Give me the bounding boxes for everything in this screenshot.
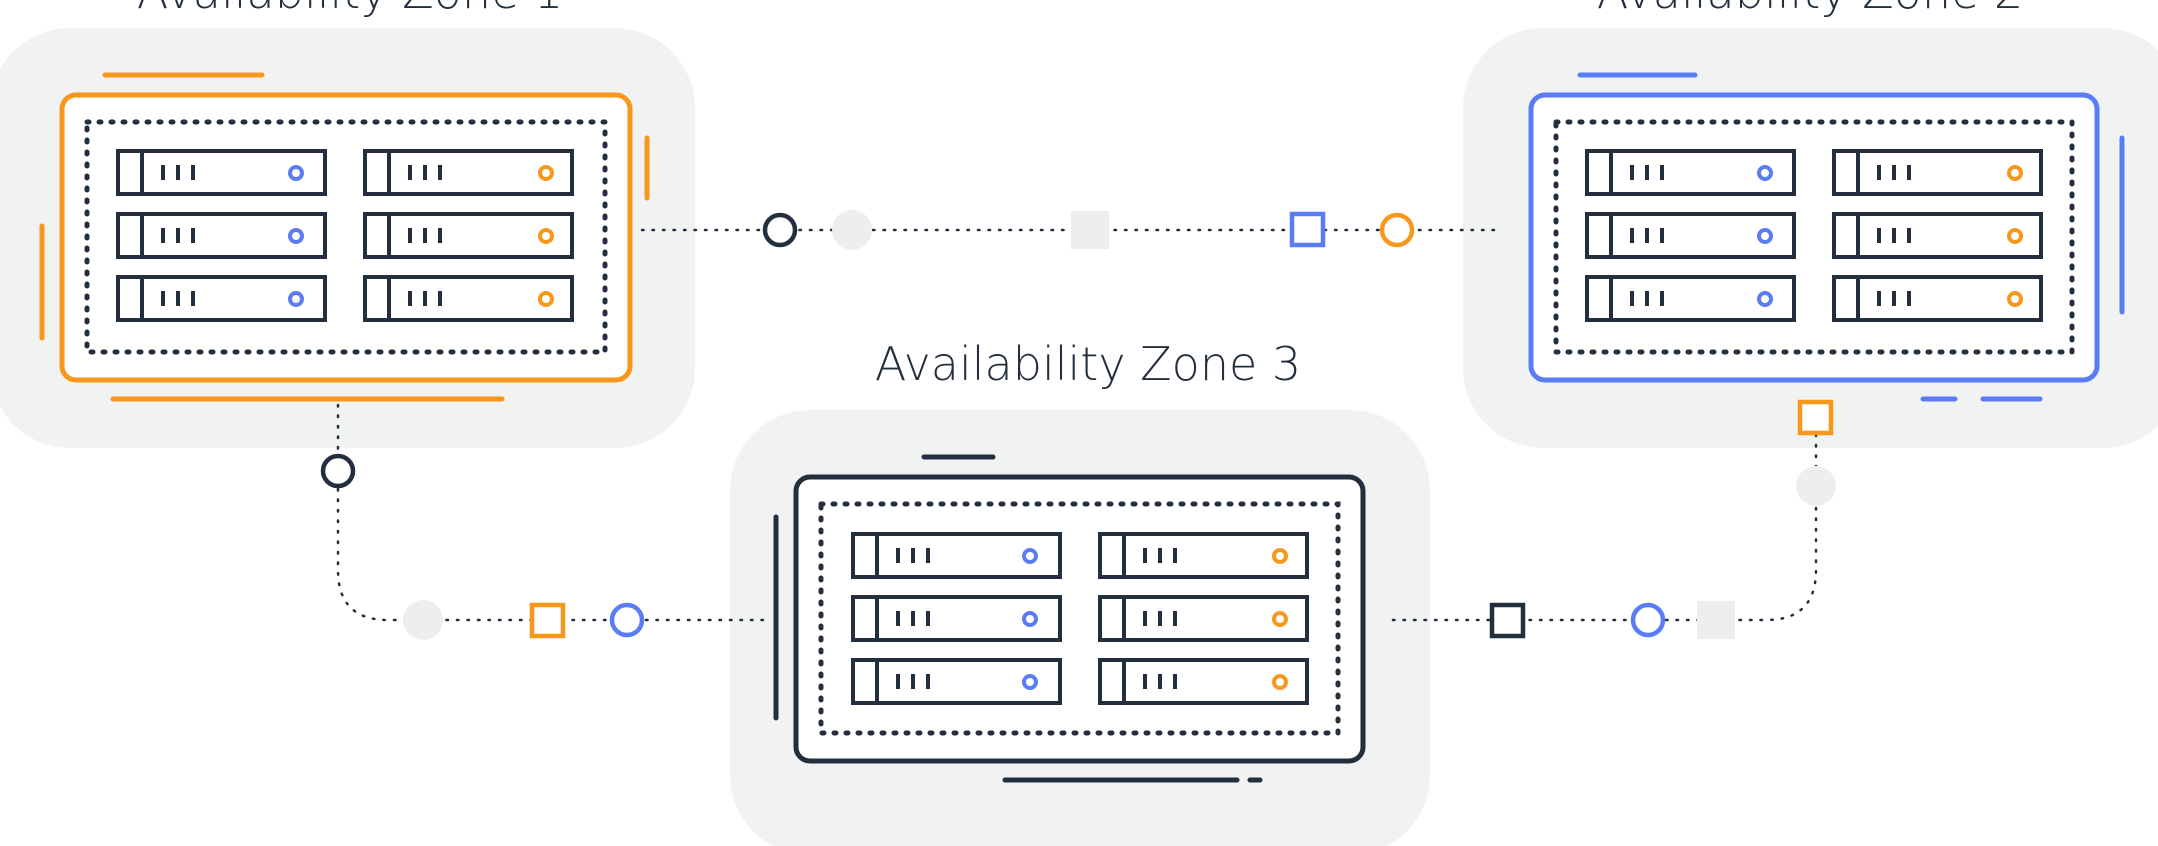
gray-dot-node	[832, 210, 872, 250]
server-unit	[1098, 532, 1309, 579]
gray-square-node	[1697, 601, 1735, 639]
zone-3-label: Availability Zone 3	[875, 337, 1301, 391]
server-unit	[851, 595, 1062, 642]
blue-circle-node	[1630, 602, 1666, 638]
server-unit	[851, 658, 1062, 705]
server-unit	[1098, 658, 1309, 705]
server-unit	[1832, 149, 2043, 196]
gray-dot-node	[403, 600, 443, 640]
server-unit	[363, 275, 574, 322]
zone-2-server-rack	[1528, 92, 2100, 383]
zone-1-label: Availability Zone 1	[137, 0, 563, 19]
orange-square-node	[529, 602, 566, 639]
server-unit	[1585, 149, 1796, 196]
zone-2: Availability Zone 2	[1463, 0, 2158, 448]
dark-square-node	[1489, 602, 1526, 639]
gray-square-node	[1071, 211, 1109, 249]
server-unit	[851, 532, 1062, 579]
zone-1-server-rack	[59, 92, 633, 383]
server-unit	[1832, 275, 2043, 322]
blue-circle-node	[609, 602, 645, 638]
blue-square-node	[1289, 211, 1326, 248]
dotted-connector-line	[1391, 418, 1818, 622]
server-unit	[116, 275, 327, 322]
server-unit	[1832, 212, 2043, 259]
orange-circle-node	[1379, 212, 1415, 248]
gray-dot-node	[1796, 466, 1836, 506]
zone-3-server-rack	[793, 474, 1366, 764]
server-unit	[116, 149, 327, 196]
connection-zone1-zone2	[640, 210, 1504, 250]
zone-3: Availability Zone 3	[730, 337, 1430, 846]
availability-zones-diagram: Availability Zone 1 Availability Zone 2	[0, 0, 2158, 846]
dark-circle-node	[762, 212, 798, 248]
zone-2-label: Availability Zone 2	[1597, 0, 2023, 19]
server-unit	[363, 212, 574, 259]
server-unit	[363, 149, 574, 196]
orange-square-node	[1797, 399, 1834, 436]
server-unit	[1585, 275, 1796, 322]
zone-1: Availability Zone 1	[0, 0, 695, 448]
server-unit	[1585, 212, 1796, 259]
server-unit	[116, 212, 327, 259]
dark-circle-node	[320, 453, 356, 489]
server-unit	[1098, 595, 1309, 642]
